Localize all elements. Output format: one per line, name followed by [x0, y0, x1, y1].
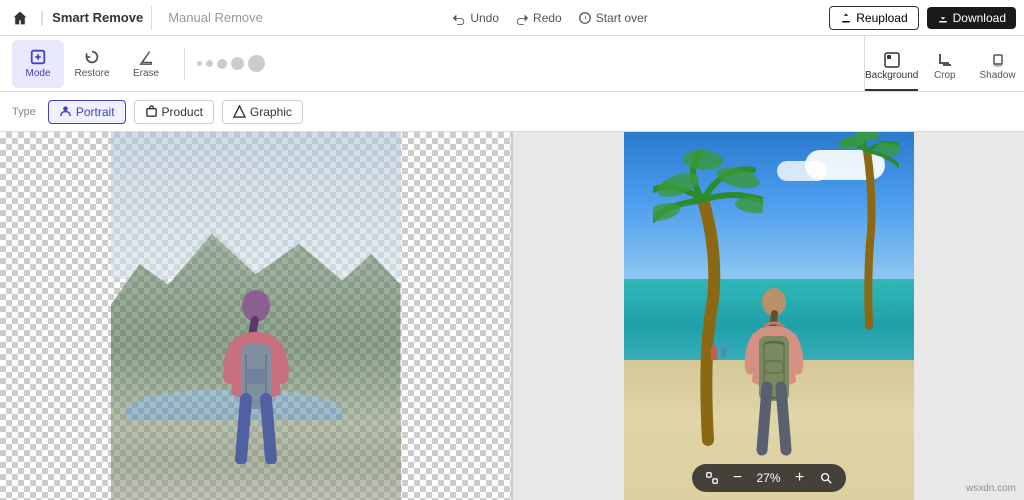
output-image-container: [624, 132, 914, 500]
original-panel[interactable]: [0, 132, 513, 500]
brush-size-m[interactable]: [217, 59, 227, 69]
header-bar: | Smart Remove Manual Remove Undo Redo S…: [0, 0, 1024, 36]
restore-tool-button[interactable]: Restore: [66, 40, 118, 88]
person-figure-left: [211, 284, 301, 464]
header-center: Undo Redo Start over: [279, 11, 821, 25]
redo-button[interactable]: Redo: [515, 11, 562, 25]
graphic-type-button[interactable]: Graphic: [222, 100, 303, 124]
zoom-controls: − 27% +: [692, 464, 846, 492]
original-image-container: [111, 132, 401, 500]
logo-area: | Smart Remove: [8, 6, 152, 30]
brush-size-l[interactable]: [231, 57, 244, 70]
crop-tab[interactable]: Crop: [918, 43, 971, 91]
home-icon[interactable]: [8, 6, 32, 30]
tool-group: Mode Restore Erase: [12, 40, 172, 88]
brush-size-s[interactable]: [206, 60, 213, 67]
toolbar-divider: [184, 48, 185, 80]
watermark: wsxdn.com: [966, 483, 1016, 494]
right-panel-tabs: Background Crop Shadow: [864, 36, 1024, 92]
background-tab[interactable]: Background: [865, 43, 918, 91]
zoom-reset-button[interactable]: [816, 468, 836, 488]
main-content: − 27% + wsxdn.com: [0, 132, 1024, 500]
brush-size-xl[interactable]: [248, 55, 265, 72]
palm-tree-right: [839, 132, 899, 331]
download-button[interactable]: Download: [927, 7, 1016, 29]
shadow-tab[interactable]: Shadow: [971, 43, 1024, 91]
brush-size-xs[interactable]: [197, 61, 202, 66]
header-right: Reupload Download: [829, 6, 1016, 30]
zoom-level: 27%: [754, 471, 784, 485]
person-figure-right: [734, 282, 814, 457]
reupload-button[interactable]: Reupload: [829, 6, 918, 30]
erase-tool-button[interactable]: Erase: [120, 40, 172, 88]
zoom-out-button[interactable]: −: [728, 468, 748, 488]
output-panel[interactable]: − 27% +: [513, 132, 1024, 500]
zoom-fit-button[interactable]: [702, 468, 722, 488]
secondary-toolbar: Type Portrait Product Graphic: [0, 92, 1024, 132]
undo-button[interactable]: Undo: [452, 11, 499, 25]
mode-tool-button[interactable]: Mode: [12, 40, 64, 88]
active-tab[interactable]: Smart Remove: [52, 10, 143, 25]
start-over-button[interactable]: Start over: [578, 11, 648, 25]
type-label: Type: [12, 106, 36, 118]
portrait-type-button[interactable]: Portrait: [48, 100, 126, 124]
brush-size-row: [197, 55, 265, 72]
inactive-tab[interactable]: Manual Remove: [160, 10, 271, 25]
zoom-in-button[interactable]: +: [790, 468, 810, 488]
product-type-button[interactable]: Product: [134, 100, 214, 124]
